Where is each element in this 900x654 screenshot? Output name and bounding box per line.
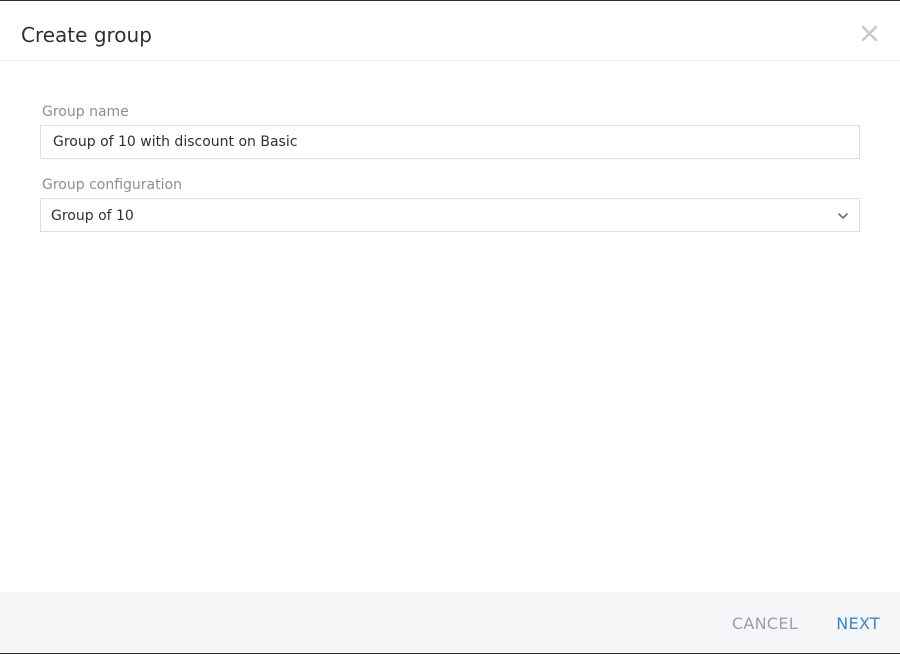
group-configuration-value: Group of 10: [51, 208, 134, 224]
group-configuration-select[interactable]: Group of 10: [40, 198, 860, 232]
close-icon: [860, 24, 880, 44]
group-configuration-label: Group configuration: [42, 177, 182, 193]
cancel-button[interactable]: CANCEL: [732, 614, 798, 634]
create-group-dialog: Create group Group name Group configurat…: [0, 0, 900, 654]
dialog-title: Create group: [21, 23, 152, 47]
group-name-input[interactable]: [40, 125, 860, 159]
next-button[interactable]: NEXT: [836, 614, 880, 634]
close-button[interactable]: [860, 24, 880, 44]
chevron-down-icon: [837, 211, 849, 221]
dialog-header: Create group: [0, 1, 900, 61]
dialog-footer: CANCEL NEXT: [0, 592, 900, 653]
group-name-label: Group name: [42, 104, 129, 120]
